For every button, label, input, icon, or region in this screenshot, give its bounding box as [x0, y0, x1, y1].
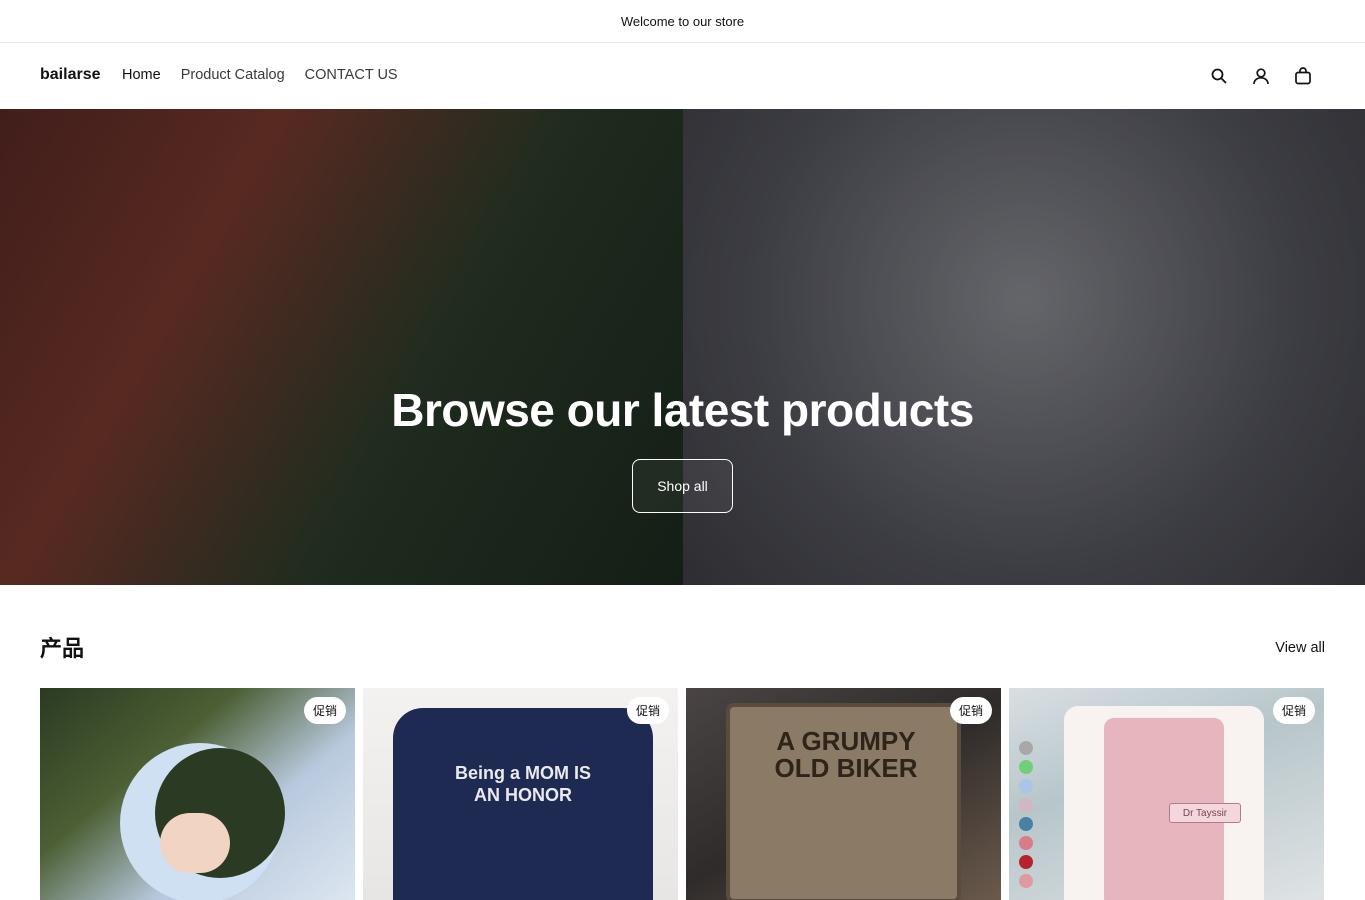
nav-contact-us[interactable]: CONTACT US — [305, 67, 398, 83]
color-swatch — [1019, 741, 1033, 755]
color-swatch — [1019, 779, 1033, 793]
header-icons — [1209, 65, 1313, 87]
sale-badge: 促销 — [303, 697, 346, 724]
nav-product-catalog[interactable]: Product Catalog — [181, 67, 285, 83]
color-swatch — [1019, 836, 1033, 850]
product-card[interactable]: Being a MOM IS AN HONOR 促销 — [363, 688, 678, 900]
sale-badge: 促销 — [1272, 697, 1315, 724]
view-all-link[interactable]: View all — [1275, 640, 1325, 656]
hero-title: Browse our latest products — [391, 384, 974, 436]
search-icon[interactable] — [1209, 65, 1229, 87]
products-section-title: 产品 — [40, 636, 85, 661]
main-nav: Home Product Catalog CONTACT US — [122, 67, 418, 83]
tshirt-print-text: Being a MOM IS AN HONOR — [454, 763, 591, 805]
color-swatch — [1019, 855, 1033, 869]
announcement-text: Welcome to our store — [620, 13, 745, 29]
site-header: bailarse Home Product Catalog CONTACT US — [0, 43, 1365, 109]
baby-figure-shape — [160, 813, 230, 873]
product-card[interactable]: Dr Tayssir 促销 — [1009, 688, 1324, 900]
mug-name-tag: Dr Tayssir — [1169, 803, 1241, 823]
cart-icon[interactable] — [1293, 65, 1313, 87]
product-card[interactable]: 促销 — [40, 688, 355, 900]
sale-badge: 促销 — [949, 697, 992, 724]
sign-print-text: A GRUMPY OLD BIKER — [774, 726, 918, 784]
store-logo[interactable]: bailarse — [40, 66, 100, 84]
nav-home[interactable]: Home — [122, 67, 161, 83]
shop-all-button[interactable]: Shop all — [632, 459, 733, 513]
color-swatch — [1019, 874, 1033, 888]
hero-overlay — [0, 109, 1365, 585]
color-swatch — [1019, 798, 1033, 812]
product-card[interactable]: A GRUMPY OLD BIKER 促销 — [686, 688, 1001, 900]
color-swatch — [1019, 817, 1033, 831]
product-grid: 促销 Being a MOM IS AN HONOR 促销 A GRUMPY O… — [40, 688, 1325, 900]
hero-banner: Browse our latest products Shop all — [0, 109, 1365, 585]
sale-badge: 促销 — [626, 697, 669, 724]
announcement-bar: Welcome to our store — [0, 0, 1365, 43]
color-swatch — [1019, 760, 1033, 774]
account-icon[interactable] — [1251, 65, 1271, 87]
